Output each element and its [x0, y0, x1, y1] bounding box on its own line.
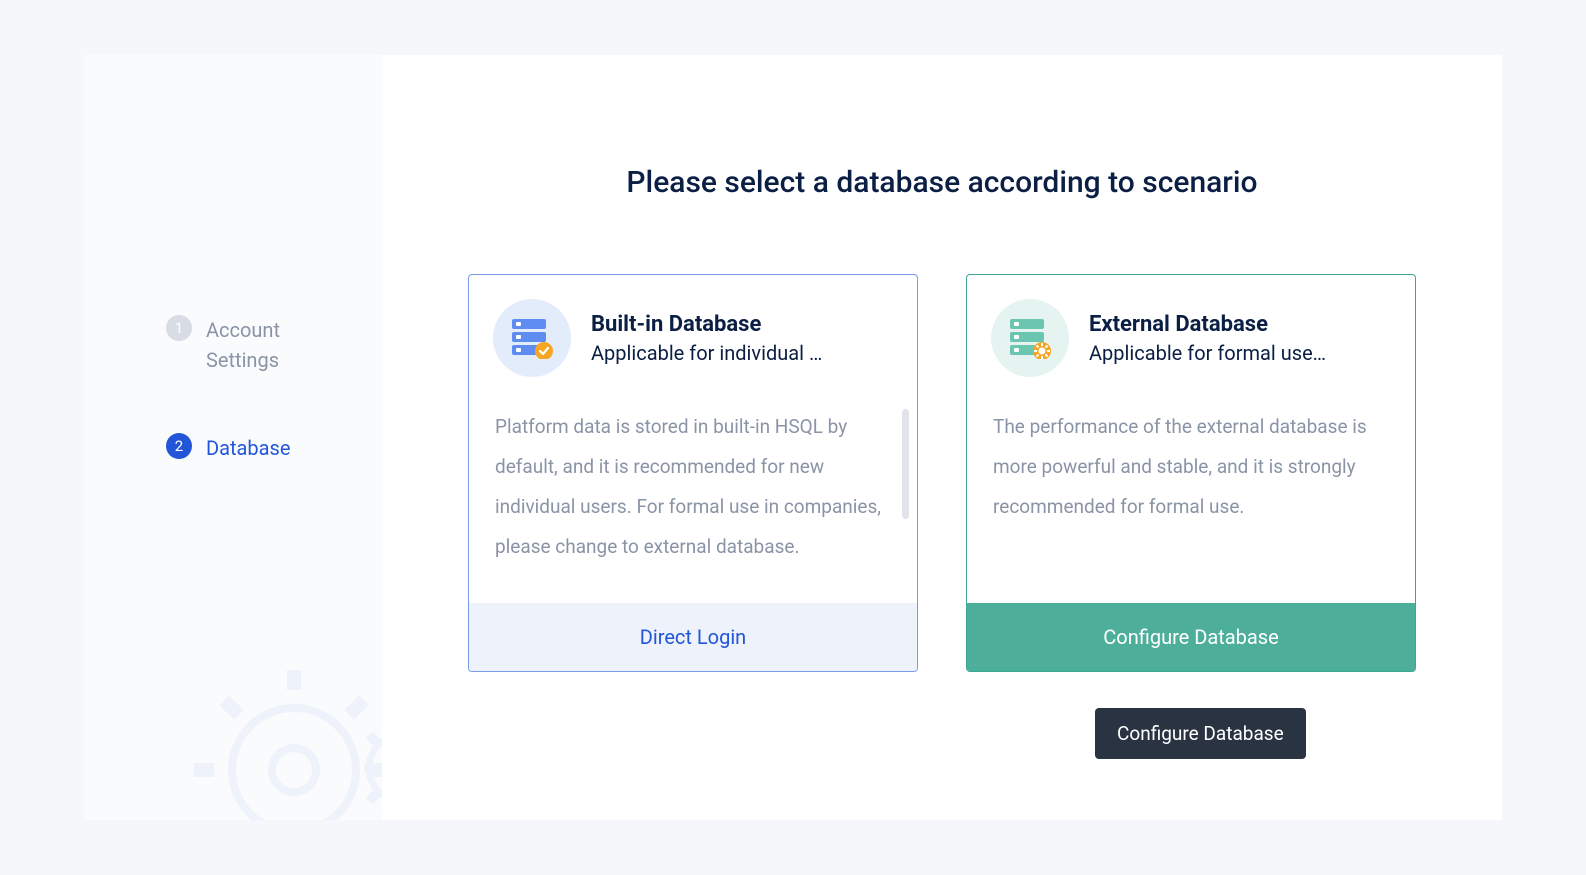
card-title: External Database: [1089, 312, 1391, 337]
card-title: Built-in Database: [591, 312, 893, 337]
main-content: Please select a database according to sc…: [382, 55, 1502, 820]
card-description: Platform data is stored in built-in HSQL…: [469, 395, 917, 603]
external-database-icon: [991, 299, 1069, 377]
step-number-badge: 2: [166, 433, 192, 459]
step-number-badge: 1: [166, 315, 192, 341]
configure-database-button[interactable]: Configure Database: [967, 603, 1415, 671]
page-title: Please select a database according to sc…: [452, 165, 1432, 200]
direct-login-button[interactable]: Direct Login: [469, 603, 917, 671]
card-subtitle: Applicable for individual …: [591, 341, 893, 365]
steps-list: 1 Account Settings 2 Database: [84, 55, 382, 463]
step-account-settings[interactable]: 1 Account Settings: [166, 315, 382, 375]
tooltip: Configure Database: [1095, 708, 1306, 759]
card-external-database[interactable]: External Database Applicable for formal …: [966, 274, 1416, 672]
step-label: Database: [206, 433, 290, 463]
step-database[interactable]: 2 Database: [166, 433, 382, 463]
builtin-database-icon: [493, 299, 571, 377]
card-header: Built-in Database Applicable for individ…: [469, 275, 917, 395]
scrollbar-thumb[interactable]: [902, 409, 909, 519]
card-description: The performance of the external database…: [967, 395, 1415, 603]
step-label: Account Settings: [206, 315, 346, 375]
card-builtin-database[interactable]: Built-in Database Applicable for individ…: [468, 274, 918, 672]
setup-panel: 1 Account Settings 2 Database: [84, 55, 1502, 820]
sidebar: 1 Account Settings 2 Database: [84, 55, 382, 820]
card-header: External Database Applicable for formal …: [967, 275, 1415, 395]
database-option-cards: Built-in Database Applicable for individ…: [452, 274, 1432, 672]
gears-decoration-icon: [164, 640, 382, 820]
card-subtitle: Applicable for formal use…: [1089, 341, 1391, 365]
